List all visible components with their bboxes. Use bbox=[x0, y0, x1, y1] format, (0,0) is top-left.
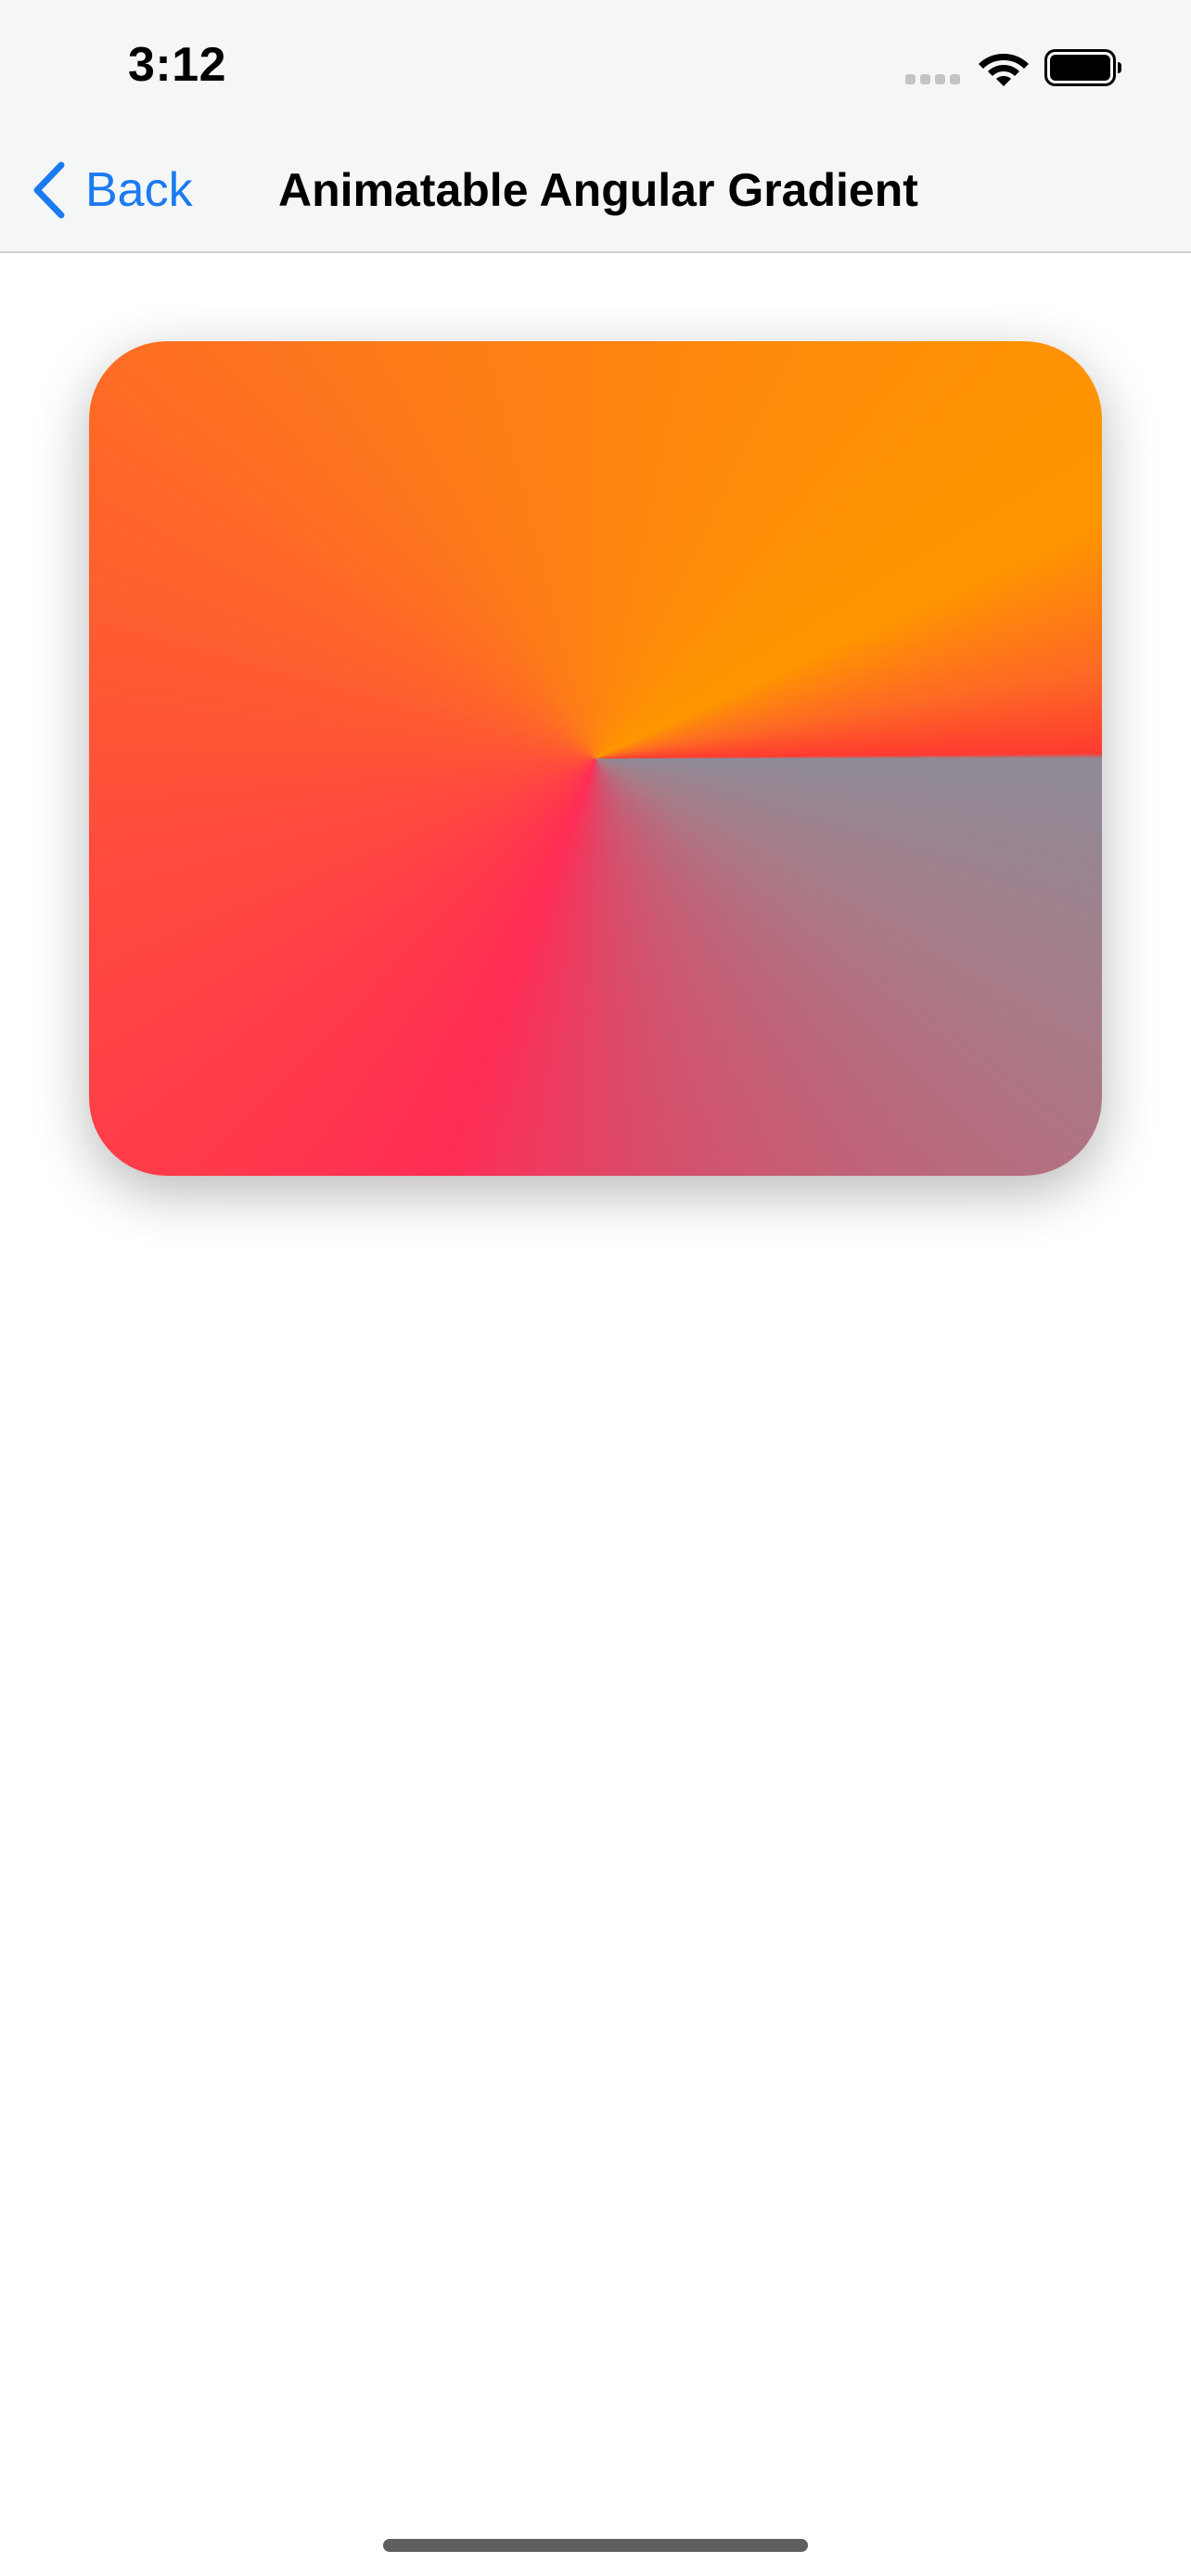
angular-gradient-view bbox=[89, 341, 1102, 1176]
navigation-bar: 3:12 Back Animatable Angular Gradient bbox=[0, 0, 1191, 253]
status-time: 3:12 bbox=[128, 38, 227, 92]
chevron-left-icon bbox=[33, 161, 65, 219]
screen: 3:12 Back Animatable Angular Gradient bbox=[0, 0, 1191, 2576]
battery-icon bbox=[1044, 49, 1121, 86]
back-button[interactable]: Back bbox=[32, 158, 193, 223]
back-label: Back bbox=[85, 163, 193, 217]
page-title: Animatable Angular Gradient bbox=[278, 164, 918, 216]
cellular-signal-icon bbox=[905, 74, 961, 85]
wifi-icon bbox=[979, 54, 1029, 86]
home-indicator[interactable] bbox=[383, 2539, 808, 2552]
